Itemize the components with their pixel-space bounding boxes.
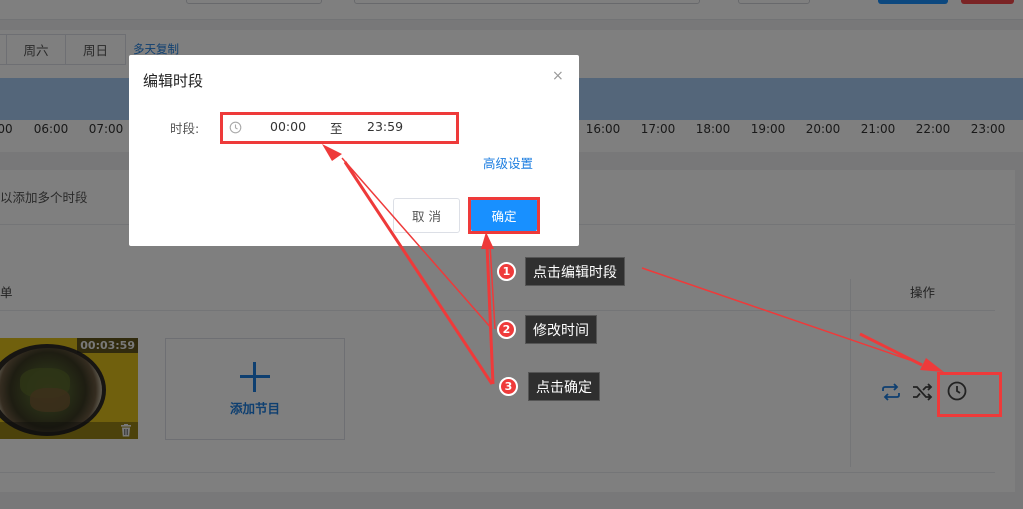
highlight-clock-button xyxy=(937,372,1002,417)
callout-text: 点击编辑时段 xyxy=(533,264,617,281)
step-badge: 3 xyxy=(499,377,518,396)
step-number: 2 xyxy=(502,323,511,336)
callout-text: 点击确定 xyxy=(536,379,592,396)
step-badge: 1 xyxy=(497,262,516,281)
cancel-button[interactable]: 取 消 xyxy=(393,198,460,233)
callout-label: 点击确定 xyxy=(528,372,600,401)
callout-label: 点击编辑时段 xyxy=(525,257,625,286)
period-label: 时段: xyxy=(170,121,200,136)
callout-label: 修改时间 xyxy=(525,315,597,344)
close-icon[interactable]: × xyxy=(552,68,564,84)
advanced-settings-link[interactable]: 高级设置 xyxy=(483,153,533,172)
callout-text: 修改时间 xyxy=(533,322,589,339)
highlight-time-range xyxy=(220,112,459,144)
cancel-button-label: 取 消 xyxy=(412,209,441,224)
step-number: 1 xyxy=(502,265,511,278)
step-number: 3 xyxy=(504,380,513,393)
dialog-title: 编辑时段 xyxy=(143,72,204,90)
step-badge: 2 xyxy=(497,320,516,339)
highlight-confirm-button xyxy=(468,197,540,234)
